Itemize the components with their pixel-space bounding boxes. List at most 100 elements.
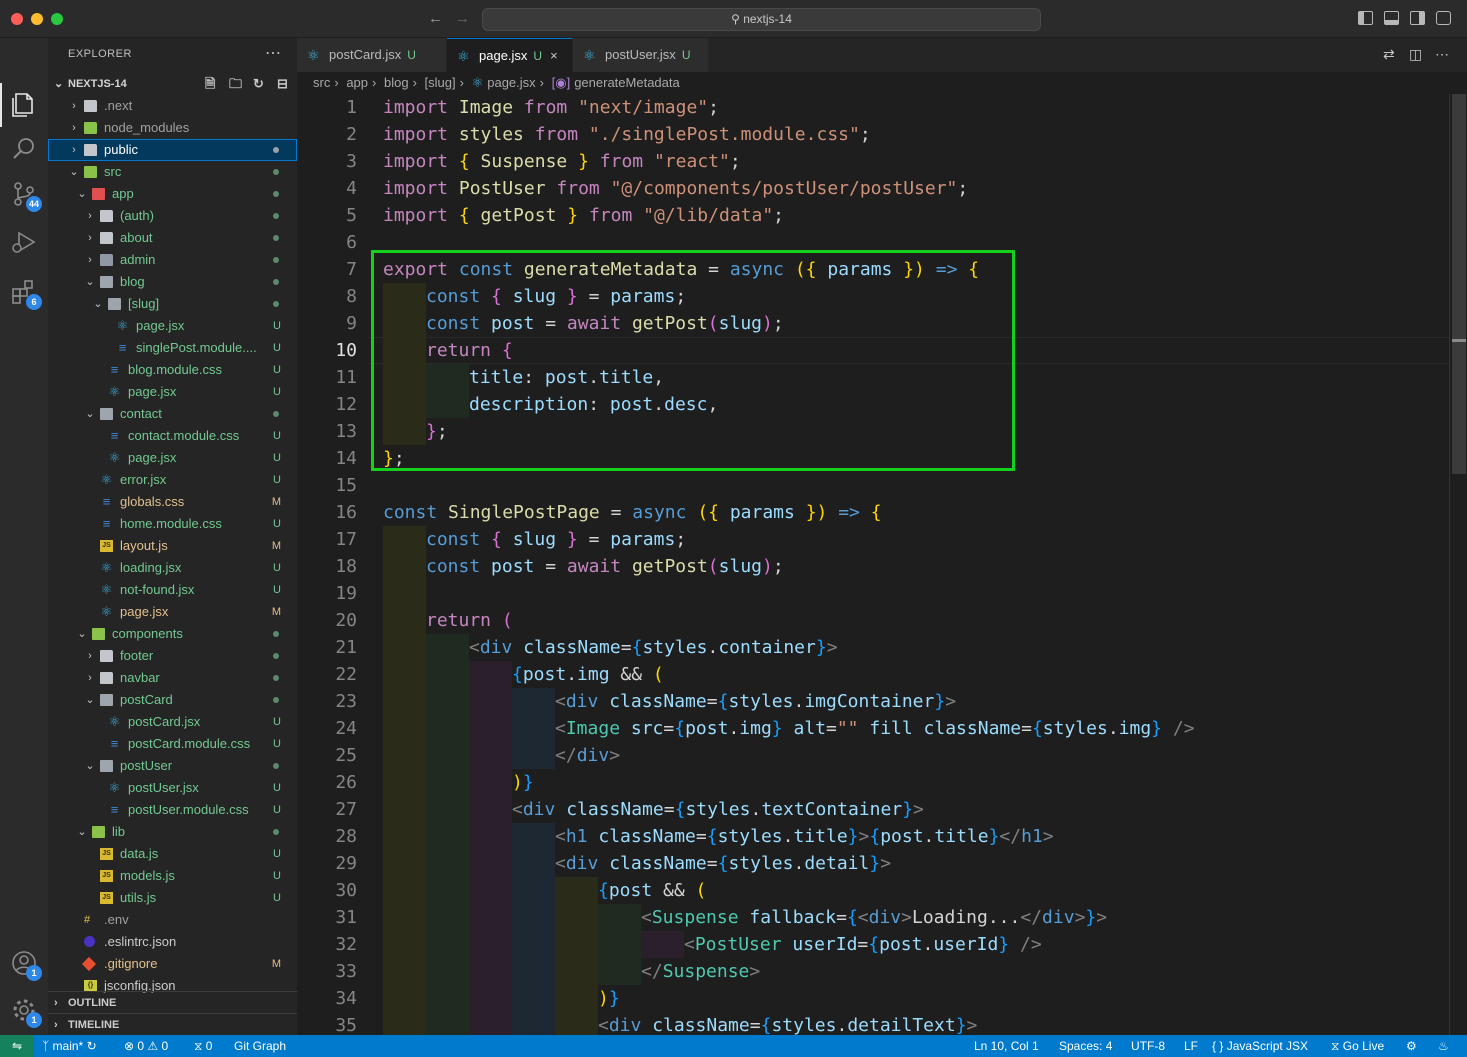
toggle-panel-icon[interactable] xyxy=(1384,11,1399,25)
code-line[interactable]: 35 <div className={styles.detailText}> xyxy=(297,1012,1449,1035)
tree-item[interactable]: .eslintrc.json xyxy=(48,931,297,953)
code-line[interactable]: 5 import { getPost } from "@/lib/data"; xyxy=(297,202,1449,229)
tree-item[interactable]: .gitignore M xyxy=(48,953,297,975)
code-line[interactable]: 24 <Image src={post.img} alt="" fill clas… xyxy=(297,715,1449,742)
code-line[interactable]: 22 {post.img && ( xyxy=(297,661,1449,688)
code-line[interactable]: 25 </div> xyxy=(297,742,1449,769)
tree-item[interactable]: ≡ postUser.module.css U xyxy=(48,799,297,821)
scrollbar-thumb[interactable] xyxy=(1452,94,1466,474)
close-window-button[interactable] xyxy=(11,13,23,25)
compare-changes-icon[interactable]: ⇄ xyxy=(1383,46,1395,63)
more-actions-icon[interactable]: ⋯ xyxy=(1435,46,1449,63)
tree-item[interactable]: ⌄ [slug] xyxy=(48,293,297,315)
project-root[interactable]: ⌄ NEXTJS-14 🗎 🗀 ↻ ⊟ xyxy=(48,73,297,95)
code-line[interactable]: 28 <h1 className={styles.title}>{post.tit… xyxy=(297,823,1449,850)
new-folder-icon[interactable]: 🗀 xyxy=(229,73,242,95)
tree-item[interactable]: ⚛ page.jsx M xyxy=(48,601,297,623)
account-icon[interactable]: 1 xyxy=(10,949,42,981)
breadcrumb-item[interactable]: page.jsx xyxy=(487,75,535,90)
tree-item[interactable]: ⌄ lib xyxy=(48,821,297,843)
tree-item[interactable]: ≡ contact.module.css U xyxy=(48,425,297,447)
customize-layout-icon[interactable] xyxy=(1436,11,1451,25)
code-line[interactable]: 23 <div className={styles.imgContainer}> xyxy=(297,688,1449,715)
tree-item[interactable]: JS data.js U xyxy=(48,843,297,865)
tree-item[interactable]: ⌄ postUser xyxy=(48,755,297,777)
toggle-primary-sidebar-icon[interactable] xyxy=(1358,11,1373,25)
cursor-position[interactable]: Ln 10, Col 1 xyxy=(974,1035,1039,1057)
tree-item[interactable]: JS utils.js U xyxy=(48,887,297,909)
indentation[interactable]: Spaces: 4 xyxy=(1059,1035,1112,1057)
code-line[interactable]: 15 xyxy=(297,472,1449,499)
tree-item[interactable]: ≡ singlePost.module.... U xyxy=(48,337,297,359)
feedback-icon[interactable]: ⚙ xyxy=(1406,1035,1417,1057)
tree-item[interactable]: ⚛ error.jsx U xyxy=(48,469,297,491)
settings-gear-icon[interactable]: 1 xyxy=(10,996,42,1028)
tree-item[interactable]: JS layout.js M xyxy=(48,535,297,557)
tree-item[interactable]: › .next xyxy=(48,95,297,117)
code-line[interactable]: 34)} xyxy=(297,985,1449,1012)
breadcrumb-item[interactable]: blog xyxy=(384,75,409,90)
tree-item[interactable]: ⚛ postCard.jsx U xyxy=(48,711,297,733)
tab-page[interactable]: ⚛ page.jsx U × xyxy=(447,38,573,72)
tree-item[interactable]: # .env xyxy=(48,909,297,931)
tree-item[interactable]: › navbar xyxy=(48,667,297,689)
code-line[interactable]: 31 <Suspense fallback={<div>Loading...</d… xyxy=(297,904,1449,931)
breadcrumb-item[interactable]: generateMetadata xyxy=(574,75,680,90)
code-line[interactable]: 26)} xyxy=(297,769,1449,796)
breadcrumb-item[interactable]: app xyxy=(346,75,368,90)
extensions-icon[interactable]: 6 xyxy=(10,278,42,310)
code-line[interactable]: 33 </Suspense> xyxy=(297,958,1449,985)
language-mode[interactable]: { } JavaScript JSX xyxy=(1212,1035,1308,1057)
go-live-button[interactable]: ⧖ Go Live xyxy=(1331,1035,1384,1057)
code-line[interactable]: 21 <div className={styles.container}> xyxy=(297,634,1449,661)
code-line[interactable]: 27 <div className={styles.textContainer}> xyxy=(297,796,1449,823)
code-line[interactable]: 2 import styles from "./singlePost.module… xyxy=(297,121,1449,148)
code-line[interactable]: 3 import { Suspense } from "react"; xyxy=(297,148,1449,175)
new-file-icon[interactable]: 🗎 xyxy=(205,73,215,95)
timeline-section[interactable]: › TIMELINE xyxy=(48,1013,297,1035)
tree-item[interactable]: › node_modules xyxy=(48,117,297,139)
code-line[interactable]: 18 const post = await getPost(slug); xyxy=(297,553,1449,580)
tree-item[interactable]: ⌄ postCard xyxy=(48,689,297,711)
tree-item[interactable]: ⚛ page.jsx U xyxy=(48,447,297,469)
branch-status[interactable]: ᛉ main* ↻ xyxy=(42,1035,97,1057)
code-line[interactable]: 20 return ( xyxy=(297,607,1449,634)
tree-item[interactable]: ⚛ not-found.jsx U xyxy=(48,579,297,601)
tree-item[interactable]: ⚛ page.jsx U xyxy=(48,381,297,403)
encoding[interactable]: UTF-8 xyxy=(1131,1035,1165,1057)
tree-item[interactable]: ⚛ loading.jsx U xyxy=(48,557,297,579)
code-editor[interactable]: 1 import Image from "next/image"; 2 import… xyxy=(297,94,1449,1035)
close-icon[interactable]: × xyxy=(550,48,558,63)
ports-status[interactable]: ⧖ 0 xyxy=(194,1035,212,1057)
tree-item[interactable]: › public xyxy=(48,139,297,161)
tab-postuser[interactable]: ⚛ postUser.jsx U xyxy=(573,38,709,72)
split-editor-icon[interactable]: ◫ xyxy=(1409,46,1422,63)
maximize-window-button[interactable] xyxy=(51,13,63,25)
git-graph-button[interactable]: Git Graph xyxy=(234,1035,286,1057)
tree-item[interactable]: › about xyxy=(48,227,297,249)
tree-item[interactable]: ⌄ contact xyxy=(48,403,297,425)
line-ending[interactable]: LF xyxy=(1184,1035,1198,1057)
code-line[interactable]: 29 <div className={styles.detail}> xyxy=(297,850,1449,877)
tree-item[interactable]: ≡ globals.css M xyxy=(48,491,297,513)
code-line[interactable]: 16 const SinglePostPage = async ({ params… xyxy=(297,499,1449,526)
remote-indicator[interactable]: ⇋ xyxy=(0,1035,34,1057)
code-line[interactable]: 19 xyxy=(297,580,1449,607)
tree-item[interactable]: › footer xyxy=(48,645,297,667)
tree-item[interactable]: ⌄ components xyxy=(48,623,297,645)
forward-arrow-icon[interactable]: → xyxy=(455,10,470,27)
more-actions-icon[interactable]: ⋯ xyxy=(265,43,281,63)
tree-item[interactable]: ⚛ page.jsx U xyxy=(48,315,297,337)
source-control-icon[interactable]: 44 xyxy=(10,180,42,212)
code-line[interactable]: 17 const { slug } = params; xyxy=(297,526,1449,553)
vertical-scrollbar[interactable] xyxy=(1449,94,1467,1035)
search-icon[interactable] xyxy=(10,135,38,163)
refresh-icon[interactable]: ↻ xyxy=(253,73,264,95)
tree-item[interactable]: ≡ postCard.module.css U xyxy=(48,733,297,755)
tree-item[interactable]: ≡ blog.module.css U xyxy=(48,359,297,381)
tree-item[interactable]: ⚛ postUser.jsx U xyxy=(48,777,297,799)
tree-item[interactable]: › (auth) xyxy=(48,205,297,227)
tab-postcard[interactable]: ⚛ postCard.jsx U xyxy=(297,38,447,72)
command-center-search[interactable]: ⚲ nextjs-14 xyxy=(482,8,1041,31)
back-arrow-icon[interactable]: ← xyxy=(428,10,443,27)
